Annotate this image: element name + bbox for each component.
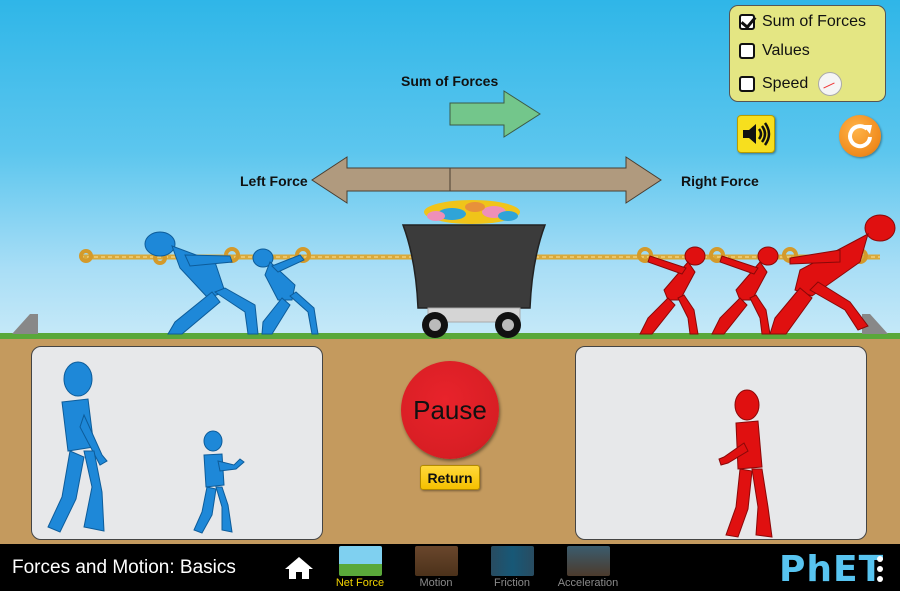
pause-button[interactable]: Pause [401,361,499,459]
blue-puller-small [252,248,319,335]
red-puller-small-1 [639,246,706,335]
tab-label: Net Force [335,577,385,589]
friction-thumbnail-icon [490,546,534,576]
tab-net-force[interactable]: Net Force [325,546,395,589]
left-stopper [12,314,38,334]
candy-cart [401,200,547,338]
menu-dot-icon [877,566,883,572]
checkbox-unchecked-icon[interactable] [739,76,755,92]
tab-friction[interactable]: Friction [477,546,547,589]
speedometer-icon [818,72,843,96]
red-pullers [639,214,896,335]
checkbox-label: Values [762,42,810,59]
return-button[interactable]: Return [420,465,480,490]
tab-label: Friction [493,577,531,589]
home-button[interactable] [284,556,314,580]
menu-dot-icon [877,556,883,562]
red-puller-large [769,214,896,335]
tab-label: Motion [419,577,453,589]
tab-motion[interactable]: Motion [401,546,471,589]
right-puller-toolbox [575,346,867,540]
checkbox-label: Sum of Forces [762,13,867,30]
checkbox-label: Speed [762,75,809,92]
left-force-arrow [311,156,451,204]
red-waiting-pullers [718,389,773,538]
blue-puller-large-waiting[interactable] [47,361,108,533]
motion-thumbnail-icon [414,546,458,576]
sim-title: Forces and Motion: Basics [12,557,236,578]
home-icon [285,557,313,579]
blue-puller-large [144,231,259,335]
phet-logo[interactable]: PhET [779,549,884,590]
acceleration-thumbnail-icon [566,546,610,576]
net-force-thumbnail-icon [338,546,382,576]
left-puller-toolbox [31,346,323,540]
sum-of-forces-arrow [449,90,541,138]
phet-menu-button[interactable] [875,556,885,584]
red-puller-medium-waiting[interactable] [718,389,773,538]
checkbox-unchecked-icon[interactable] [739,43,755,59]
right-force-label: Right Force [681,173,759,189]
sum-of-forces-checkbox[interactable]: Sum of Forces [739,13,866,31]
speed-checkbox[interactable]: Speed [739,72,843,96]
blue-puller-small-waiting[interactable] [193,430,245,534]
sound-toggle-button[interactable] [737,115,775,153]
checkbox-checked-icon[interactable] [739,14,755,30]
speaker-on-icon [743,122,771,146]
tab-acceleration[interactable]: Acceleration [553,546,623,589]
reset-all-button[interactable] [839,115,881,157]
values-checkbox[interactable]: Values [739,42,810,60]
right-force-arrow [449,156,662,204]
tab-label: Acceleration [557,577,619,589]
menu-dot-icon [877,576,883,582]
reset-all-icon [848,124,872,149]
sum-of-forces-label: Sum of Forces [401,73,499,89]
candy-pile [424,200,520,224]
options-panel: Sum of Forces Values Speed [729,5,886,102]
red-puller-small-2 [711,246,779,335]
left-force-label: Left Force [240,173,308,189]
blue-waiting-pullers [47,361,245,534]
